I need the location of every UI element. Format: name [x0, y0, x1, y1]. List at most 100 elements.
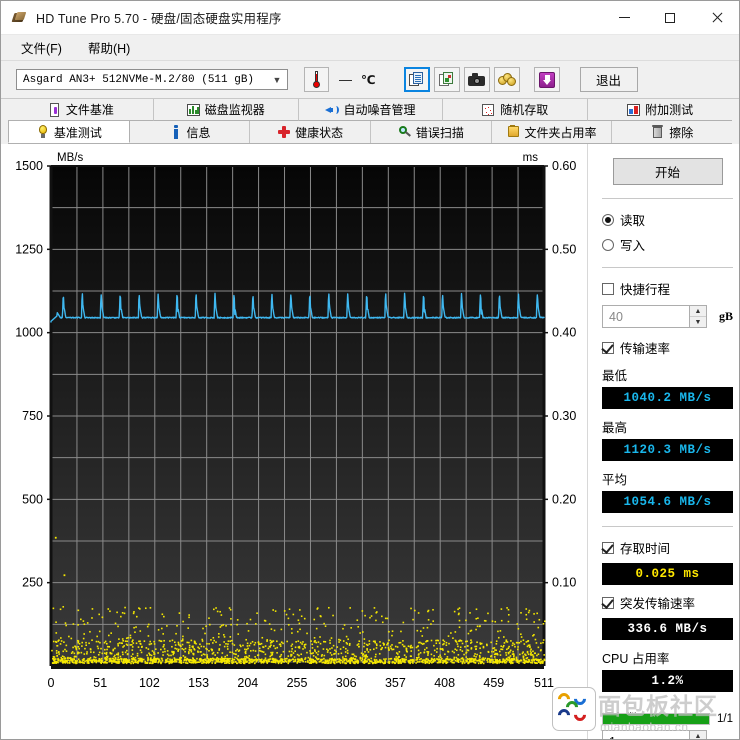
start-button[interactable]: 开始: [612, 158, 723, 185]
radio-write-indicator: [602, 238, 614, 251]
tab-label: 自动噪音管理: [343, 103, 416, 117]
svg-text:MB/s: MB/s: [57, 152, 83, 164]
passes-input[interactable]: 1: [602, 730, 690, 739]
checkbox-burst-rate[interactable]: 突发传输速率: [602, 593, 733, 612]
access-time-value: 0.025 ms: [602, 563, 734, 585]
svg-text:51: 51: [93, 676, 107, 690]
tab-label: 错误扫描: [415, 125, 464, 140]
passes-increment[interactable]: ▲: [690, 731, 706, 740]
menu-file[interactable]: 文件(F): [11, 35, 72, 60]
benchmark-chart: 250 500 750 1000 1250 1500 MB/s 0.10 0.20 0.30 0.4…: [15, 152, 576, 690]
screenshot-button[interactable]: [463, 67, 490, 92]
registry-button[interactable]: [493, 67, 520, 92]
short-stroke-increment[interactable]: ▲: [690, 306, 706, 317]
access-time-checkbox: [602, 541, 614, 554]
tab-label: 随机存取: [500, 103, 549, 117]
lightbulb-icon: [36, 125, 49, 139]
minimize-button[interactable]: [601, 1, 647, 34]
svg-text:0.60: 0.60: [552, 159, 576, 173]
svg-text:511: 511: [534, 676, 554, 690]
tab-label: 磁盘监视器: [204, 103, 265, 117]
menu-help[interactable]: 帮助(H): [78, 35, 140, 60]
cpu-label: CPU 占用率: [602, 652, 670, 666]
maximize-button[interactable]: [647, 1, 693, 34]
benchmark-graph: 250 500 750 1000 1250 1500 MB/s 0.10 0.20 0.30 0.4…: [1, 144, 587, 739]
trash-icon: [651, 125, 664, 139]
svg-text:0.40: 0.40: [552, 326, 576, 340]
download-button[interactable]: [533, 67, 560, 92]
window-controls: [601, 1, 739, 34]
svg-text:1250: 1250: [15, 242, 43, 256]
divider: [602, 198, 734, 199]
svg-text:0.20: 0.20: [552, 492, 576, 506]
close-button[interactable]: [693, 1, 739, 34]
copy-image-button[interactable]: [433, 67, 460, 92]
max-label: 最高: [602, 421, 628, 435]
svg-text:500: 500: [22, 492, 43, 506]
svg-text:408: 408: [434, 676, 455, 690]
burst-rate-label: 突发传输速率: [620, 597, 696, 611]
tab-label: 附加测试: [645, 103, 694, 117]
progress-bar: [602, 713, 710, 725]
maximize-icon: [665, 12, 675, 23]
tab-error-scan[interactable]: 错误扫描: [371, 121, 492, 143]
progress-fill: [603, 714, 709, 724]
window-title: HD Tune Pro 5.70 - 硬盘/固态硬盘实用程序: [36, 12, 282, 26]
info-icon: [169, 125, 182, 139]
folder-icon: [507, 125, 520, 139]
svg-text:0.30: 0.30: [552, 409, 576, 423]
tab-erase[interactable]: 擦除: [612, 121, 733, 143]
tab-label: 基准测试: [53, 125, 102, 140]
short-stroke-unit: gB: [719, 309, 734, 323]
divider: [602, 526, 734, 527]
tab-folder-usage[interactable]: 文件夹占用率: [491, 121, 613, 143]
svg-text:ms: ms: [523, 152, 539, 164]
svg-text:459: 459: [483, 676, 504, 690]
tab-label: 文件夹占用率: [524, 125, 597, 140]
radio-write-label: 写入: [620, 239, 646, 253]
max-value: 1120.3 MB/s: [602, 439, 734, 461]
avg-label: 平均: [602, 473, 628, 487]
svg-text:0.50: 0.50: [552, 242, 576, 256]
svg-text:357: 357: [385, 676, 406, 690]
tab-health[interactable]: 健康状态: [250, 121, 372, 143]
tab-disk-monitor[interactable]: 磁盘监视器: [153, 99, 299, 121]
short-stroke-input[interactable]: 40: [602, 305, 690, 328]
tab-label: 信息: [186, 125, 211, 140]
checkbox-transfer-rate[interactable]: 传输速率: [602, 338, 733, 357]
avg-value: 1054.6 MB/s: [602, 491, 734, 513]
temperature-unit: ℃: [361, 72, 376, 87]
passes-stepper[interactable]: 1 ▲ ▼: [602, 730, 733, 739]
radio-read[interactable]: 读取: [602, 210, 733, 229]
tab-extra-tests[interactable]: 附加测试: [588, 99, 732, 121]
burst-rate-value: 336.6 MB/s: [602, 618, 734, 640]
progress-area: 1/1: [602, 713, 733, 725]
tab-aam[interactable]: 自动噪音管理: [298, 99, 444, 121]
short-stroke-label: 快捷行程: [620, 283, 671, 297]
short-stroke-stepper[interactable]: 40 ▲ ▼ gB: [602, 305, 733, 328]
tab-label: 健康状态: [295, 125, 344, 140]
chevron-down-icon: ▼: [272, 74, 282, 85]
copy-text-button[interactable]: [403, 67, 430, 92]
tab-label: 文件基准: [65, 103, 114, 117]
svg-text:750: 750: [22, 409, 43, 423]
exit-button[interactable]: 退出: [579, 67, 638, 92]
minimize-icon: [618, 17, 630, 18]
hdd-icon: [11, 10, 28, 26]
checkbox-short-stroke[interactable]: 快捷行程: [602, 279, 733, 298]
short-stroke-decrement[interactable]: ▼: [690, 317, 706, 327]
tab-info[interactable]: 信息: [129, 121, 251, 143]
temperature-button[interactable]: [304, 67, 329, 92]
svg-text:204: 204: [237, 676, 258, 690]
divider: [602, 267, 734, 268]
radio-write[interactable]: 写入: [602, 235, 733, 254]
health-cross-icon: [277, 125, 291, 139]
speaker-icon: [325, 103, 340, 117]
checkbox-access-time[interactable]: 存取时间: [602, 538, 733, 557]
tab-random-access[interactable]: 随机存取: [443, 99, 589, 121]
tab-file-benchmark[interactable]: 文件基准: [8, 99, 154, 121]
svg-text:306: 306: [336, 676, 357, 690]
progress-text: 1/1: [717, 713, 733, 725]
tab-benchmark[interactable]: 基准测试: [8, 120, 130, 143]
drive-select[interactable]: Asgard AN3+ 512NVMe-M.2/80 (511 gB) ▼: [16, 69, 288, 90]
